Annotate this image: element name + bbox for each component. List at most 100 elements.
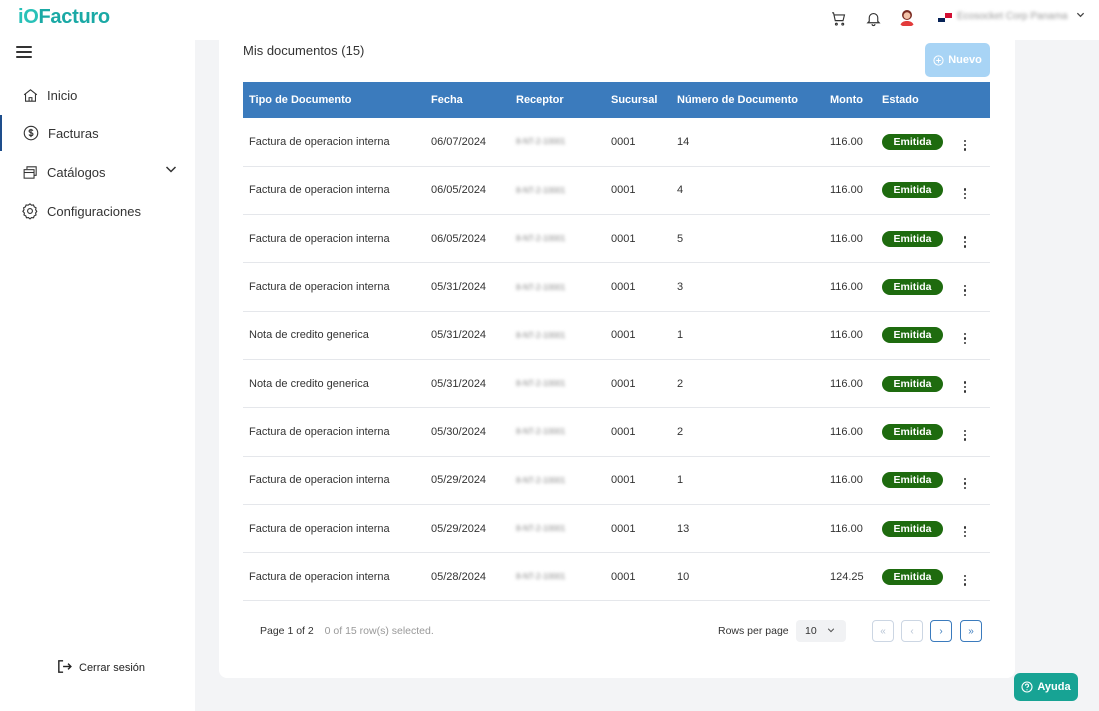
more-vertical-icon[interactable] xyxy=(964,574,967,586)
help-button[interactable]: Ayuda xyxy=(1014,673,1078,701)
cell-monto: 116.00 xyxy=(830,232,863,245)
rows-per-page-select[interactable]: 10 xyxy=(796,620,846,642)
prev-page-button[interactable]: ‹ xyxy=(901,620,923,642)
cell-actions xyxy=(958,215,990,263)
cell-tipo: Factura de operacion interna xyxy=(249,425,390,438)
sidebar: Inicio Facturas Catálogos Configuracione… xyxy=(0,40,195,711)
cell-tipo: Factura de operacion interna xyxy=(249,184,390,197)
logout-button[interactable]: Cerrar sesión xyxy=(56,658,145,678)
table-row[interactable]: Factura de operacion interna 06/05/2024 8-… xyxy=(243,166,990,215)
table-row[interactable]: Factura de operacion interna 05/31/2024 8-… xyxy=(243,263,990,312)
cell-monto: 124.25 xyxy=(830,570,864,583)
cell-actions xyxy=(958,263,990,311)
table-row[interactable]: Factura de operacion interna 05/29/2024 8-… xyxy=(243,456,990,505)
cell-receptor: 8-NT-2-10001 xyxy=(516,330,566,340)
question-circle-icon xyxy=(1021,681,1033,693)
company-name[interactable]: Ecosocket Corp Panama xyxy=(957,11,1068,22)
cart-icon[interactable] xyxy=(828,8,848,28)
last-page-button[interactable]: » xyxy=(960,620,982,642)
more-vertical-icon[interactable] xyxy=(964,188,967,200)
documents-table: Tipo de Documento Fecha Receptor Sucursa… xyxy=(243,82,990,601)
cell-fecha: 05/30/2024 xyxy=(431,425,487,438)
sidebar-item-catalogos[interactable]: Catálogos xyxy=(0,154,195,190)
cell-receptor: 8-NT-2-10001 xyxy=(516,475,566,485)
cell-monto: 116.00 xyxy=(830,281,863,294)
cell-sucursal: 0001 xyxy=(611,570,636,583)
more-vertical-icon[interactable] xyxy=(964,139,967,151)
column-header[interactable]: Número de Documento xyxy=(671,82,824,118)
chevron-down-icon[interactable] xyxy=(165,163,177,178)
page-title: Mis documentos (15) xyxy=(243,43,365,58)
logout-icon xyxy=(56,658,73,678)
cell-numero: 1 xyxy=(677,329,684,342)
avatar[interactable] xyxy=(897,7,917,27)
cell-sucursal: 0001 xyxy=(611,474,636,487)
table-row[interactable]: Factura de operacion interna 05/30/2024 8-… xyxy=(243,408,990,457)
cell-numero: 2 xyxy=(677,425,684,438)
table-row[interactable]: Nota de credito generica 05/31/2024 8-NT-2… xyxy=(243,359,990,408)
menu-icon[interactable] xyxy=(16,46,32,58)
more-vertical-icon[interactable] xyxy=(964,236,967,248)
more-vertical-icon[interactable] xyxy=(964,333,967,345)
cell-fecha: 05/29/2024 xyxy=(431,522,487,535)
cell-fecha: 05/28/2024 xyxy=(431,570,487,583)
column-header[interactable]: Estado xyxy=(876,82,958,118)
column-header[interactable]: Monto xyxy=(824,82,876,118)
status-badge: Emitida xyxy=(882,520,943,537)
table-row[interactable]: Factura de operacion interna 05/28/2024 8-… xyxy=(243,553,990,601)
rows-per-page-label: Rows per page xyxy=(718,625,789,637)
cell-fecha: 05/29/2024 xyxy=(431,474,487,487)
more-vertical-icon[interactable] xyxy=(964,381,967,393)
cell-monto: 116.00 xyxy=(830,474,863,487)
cell-receptor: 8-NT-2-10001 xyxy=(516,185,566,195)
cell-numero: 14 xyxy=(677,135,690,148)
bell-icon[interactable] xyxy=(863,8,883,28)
cell-estado: Emitida xyxy=(876,118,958,166)
more-vertical-icon[interactable] xyxy=(964,526,967,538)
cell-estado: Emitida xyxy=(876,456,958,504)
column-header-actions xyxy=(958,82,990,118)
cell-receptor: 8-NT-2-10001 xyxy=(516,137,566,147)
cell-fecha: 06/07/2024 xyxy=(431,135,487,148)
app-logo[interactable]: iOFacturo xyxy=(18,6,110,29)
cell-numero: 5 xyxy=(677,232,684,245)
cell-monto: 116.00 xyxy=(830,425,863,438)
cell-estado: Emitida xyxy=(876,359,958,407)
first-page-button[interactable]: « xyxy=(872,620,894,642)
column-header[interactable]: Fecha xyxy=(425,82,510,118)
chevron-down-icon[interactable] xyxy=(1076,10,1085,22)
cell-numero: 13 xyxy=(677,522,690,535)
cell-monto: 116.00 xyxy=(830,184,863,197)
column-header[interactable]: Sucursal xyxy=(605,82,671,118)
more-vertical-icon[interactable] xyxy=(964,477,967,490)
documents-card: Mis documentos (15) Nuevo Tipo de Docume… xyxy=(219,40,1015,678)
sidebar-item-configuraciones[interactable]: Configuraciones xyxy=(0,193,195,229)
cell-numero: 2 xyxy=(677,377,684,390)
cell-numero: 10 xyxy=(677,570,690,583)
cell-receptor: 8-NT-2-10001 xyxy=(516,572,566,582)
column-header[interactable]: Tipo de Documento xyxy=(243,82,425,118)
column-header[interactable]: Receptor xyxy=(510,82,605,118)
new-document-button[interactable]: Nuevo xyxy=(925,43,990,77)
cell-tipo: Nota de credito generica xyxy=(249,377,369,390)
sidebar-item-inicio[interactable]: Inicio xyxy=(0,77,195,113)
table-row[interactable]: Factura de operacion interna 05/29/2024 8-… xyxy=(243,504,990,553)
table-row[interactable]: Factura de operacion interna 06/07/2024 8-… xyxy=(243,118,990,167)
cell-estado: Emitida xyxy=(876,408,958,456)
sidebar-item-label: Configuraciones xyxy=(47,203,141,219)
sidebar-item-facturas[interactable]: Facturas xyxy=(0,115,195,151)
cell-receptor: 8-NT-2-10001 xyxy=(516,379,566,389)
more-vertical-icon[interactable] xyxy=(964,284,967,296)
cell-tipo: Factura de operacion interna xyxy=(249,522,390,535)
more-vertical-icon[interactable] xyxy=(964,429,967,441)
table-row[interactable]: Nota de credito generica 05/31/2024 8-NT-2… xyxy=(243,311,990,360)
cell-estado: Emitida xyxy=(876,166,958,214)
cell-monto: 116.00 xyxy=(830,522,863,535)
cell-fecha: 05/31/2024 xyxy=(431,377,487,390)
cell-monto: 116.00 xyxy=(830,377,863,390)
table-row[interactable]: Factura de operacion interna 06/05/2024 8-… xyxy=(243,215,990,263)
status-badge: Emitida xyxy=(882,182,943,199)
cell-receptor: 8-NT-2-10001 xyxy=(516,234,566,244)
next-page-button[interactable]: › xyxy=(930,620,952,642)
cell-fecha: 06/05/2024 xyxy=(431,232,487,245)
